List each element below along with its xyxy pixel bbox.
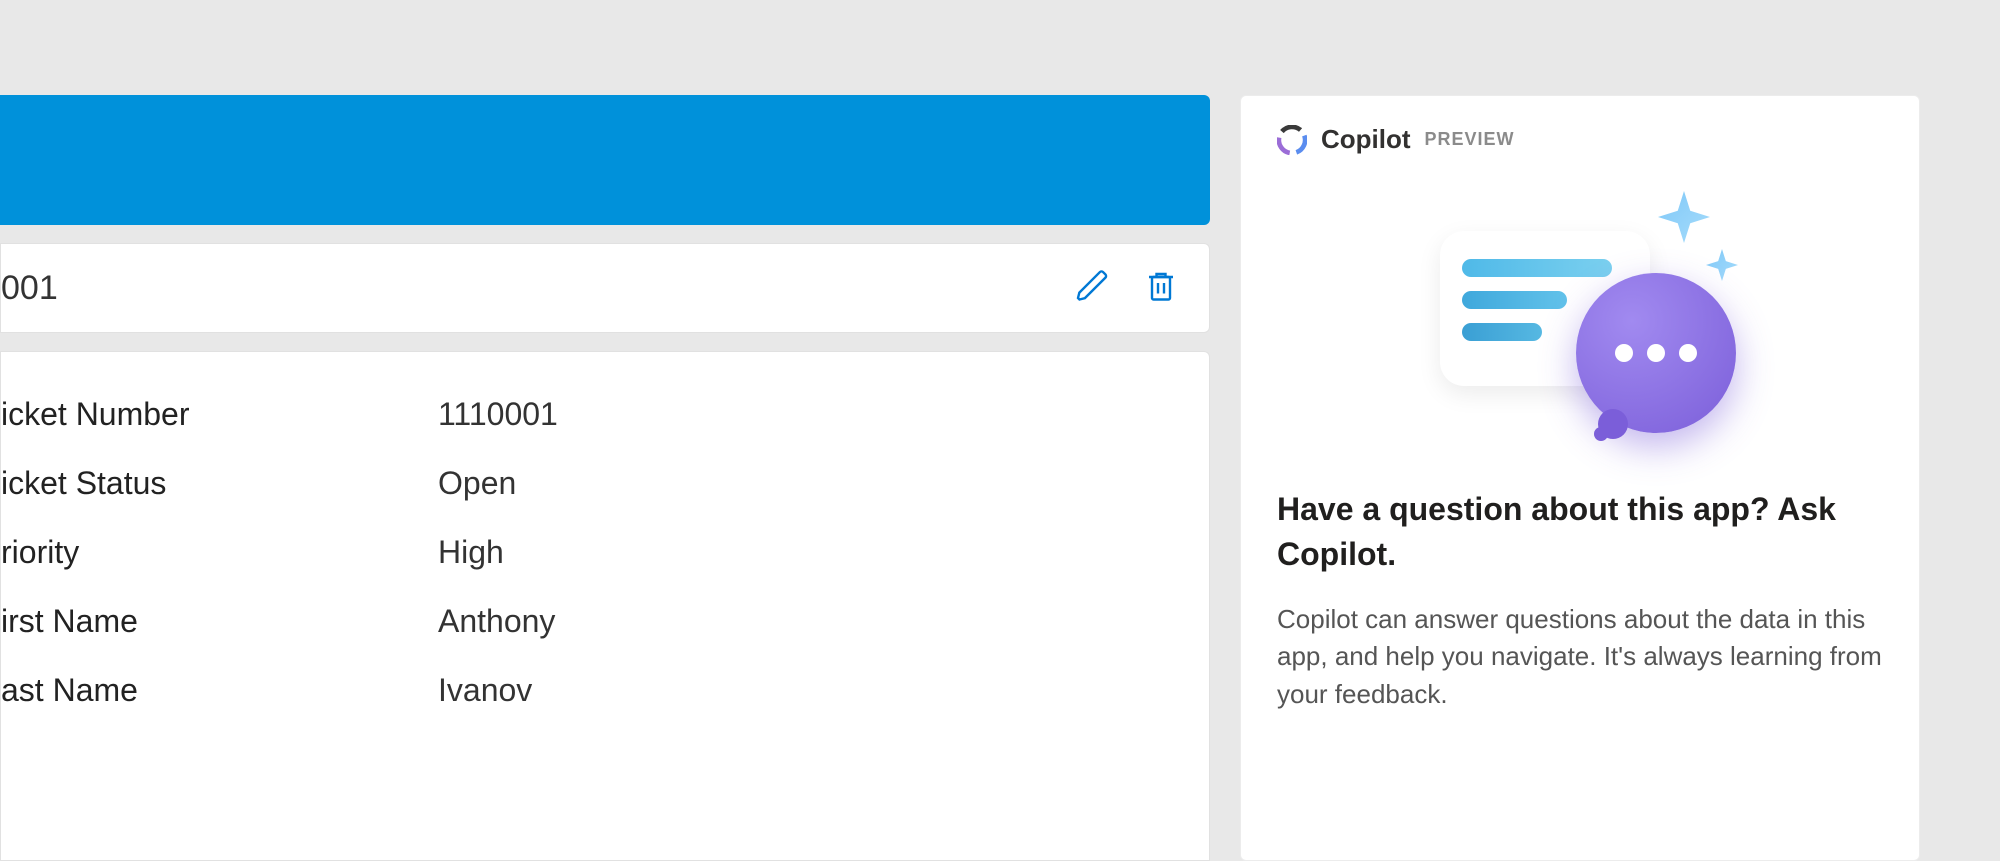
edit-button[interactable] <box>1069 264 1117 312</box>
trash-icon <box>1143 268 1179 309</box>
page-container: 001 <box>0 95 2000 861</box>
copilot-header: Copilot PREVIEW <box>1277 124 1883 155</box>
field-value: Ivanov <box>438 672 1209 709</box>
field-value: High <box>438 534 1209 571</box>
copilot-preview-badge: PREVIEW <box>1425 129 1515 150</box>
record-details-card: icket Number 1110001 icket Status Open r… <box>0 351 1210 861</box>
chat-bubble-icon <box>1576 273 1736 433</box>
copilot-heading: Have a question about this app? Ask Copi… <box>1277 487 1883 577</box>
copilot-illustration <box>1420 191 1740 441</box>
field-row: ast Name Ivanov <box>1 656 1209 725</box>
field-value: Anthony <box>438 603 1209 640</box>
copilot-title: Copilot <box>1321 124 1411 155</box>
field-value: Open <box>438 465 1209 502</box>
field-label: icket Status <box>1 465 438 502</box>
record-id-text: 001 <box>1 269 58 308</box>
field-label: riority <box>1 534 438 571</box>
field-row: irst Name Anthony <box>1 587 1209 656</box>
field-row: riority High <box>1 518 1209 587</box>
copilot-panel: Copilot PREVIEW Have a question about th… <box>1240 95 1920 861</box>
field-value: 1110001 <box>438 396 1209 433</box>
copilot-description: Copilot can answer questions about the d… <box>1277 601 1883 714</box>
field-label: irst Name <box>1 603 438 640</box>
sparkle-icon <box>1658 191 1710 243</box>
record-header: 001 <box>0 243 1210 333</box>
field-label: icket Number <box>1 396 438 433</box>
pencil-icon <box>1075 268 1111 309</box>
field-row: icket Status Open <box>1 449 1209 518</box>
field-label: ast Name <box>1 672 438 709</box>
copilot-logo-icon <box>1277 125 1307 155</box>
field-row: icket Number 1110001 <box>1 380 1209 449</box>
main-panel: 001 <box>0 95 1210 861</box>
sparkle-icon <box>1706 249 1738 281</box>
form-header-bar <box>0 95 1210 225</box>
delete-button[interactable] <box>1137 264 1185 312</box>
